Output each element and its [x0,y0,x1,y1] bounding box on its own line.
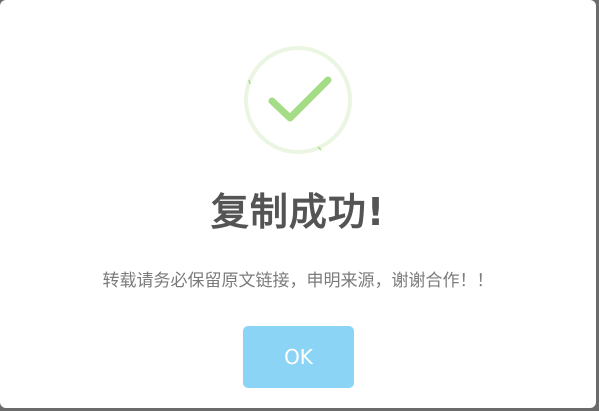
ok-button[interactable]: OK [243,326,354,388]
success-dialog: 复制成功! 转载请务必保留原文链接，申明来源，谢谢合作！！ OK [0,0,596,408]
dialog-title: 复制成功! [210,190,386,234]
dialog-message: 转载请务必保留原文链接，申明来源，谢谢合作！！ [102,271,494,291]
success-check-icon [242,44,354,156]
